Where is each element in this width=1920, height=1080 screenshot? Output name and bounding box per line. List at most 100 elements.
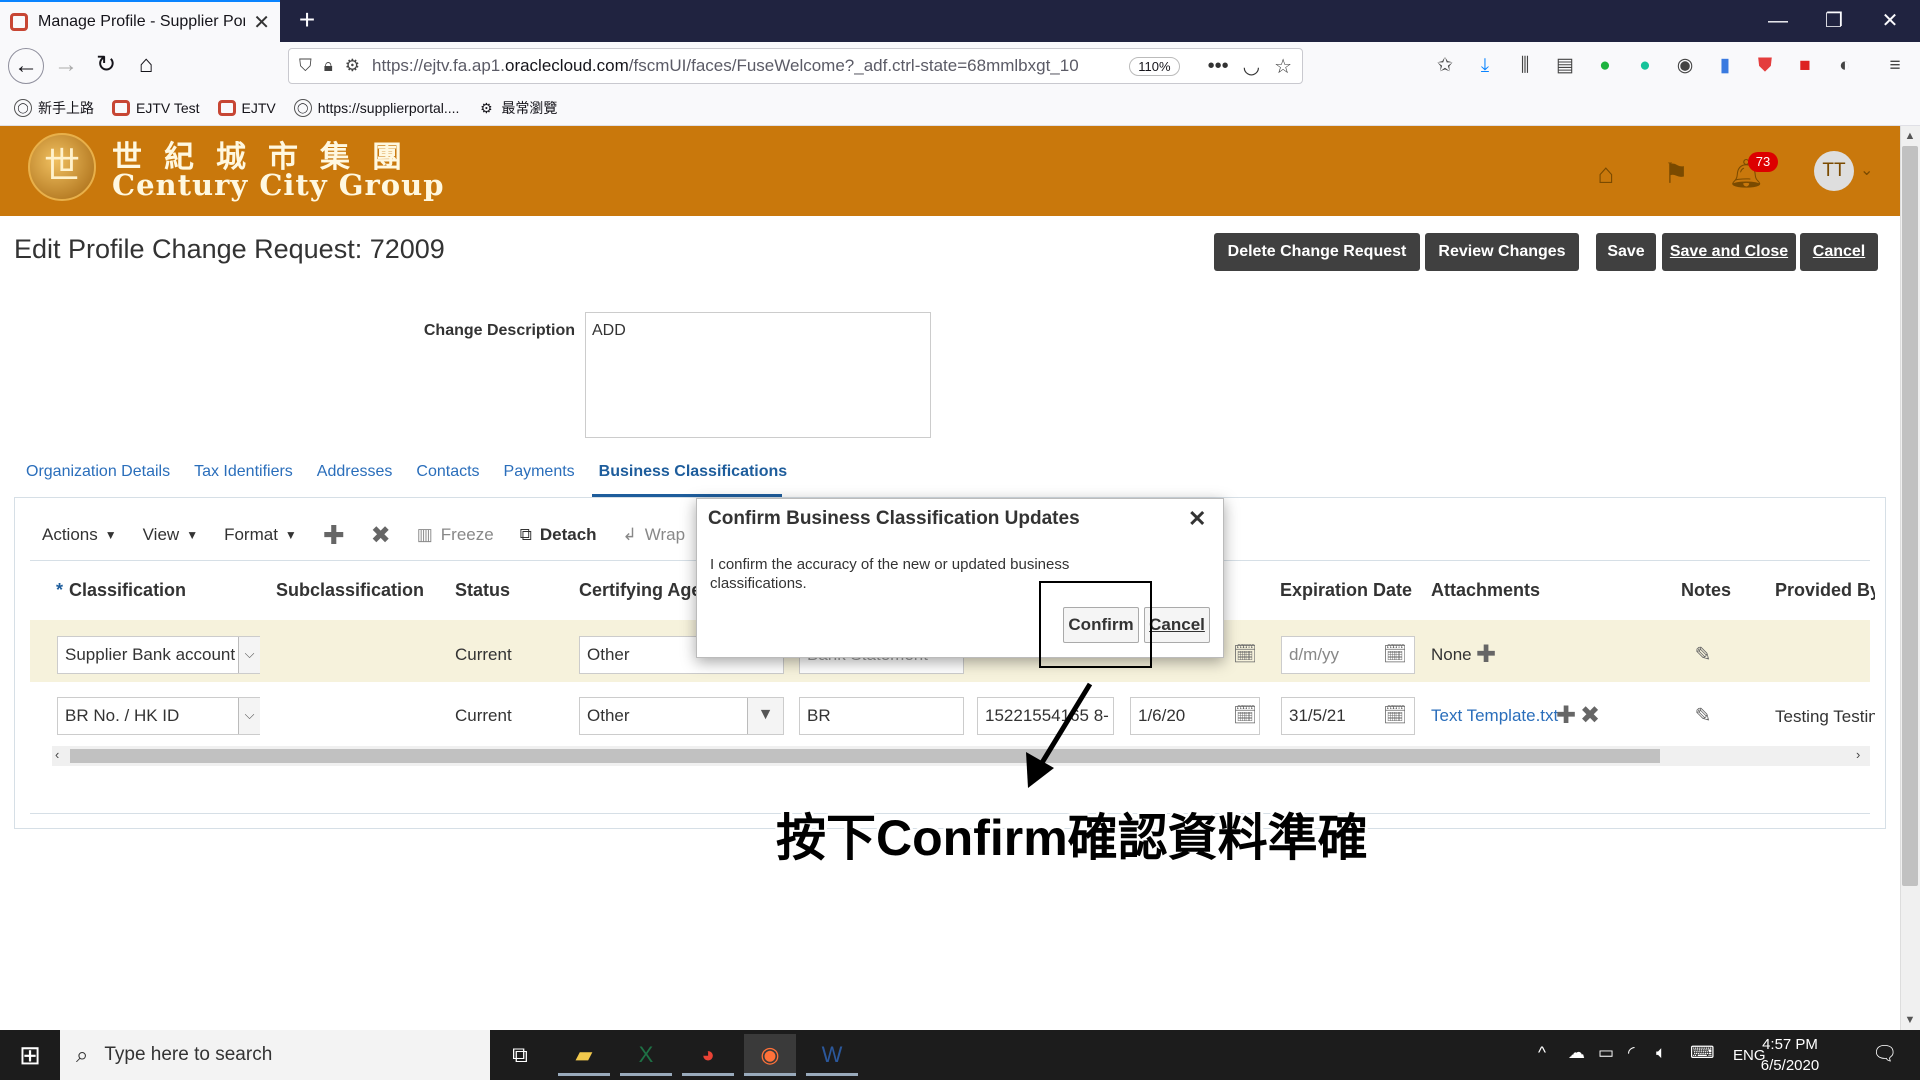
bookmark-star-icon[interactable]: ☆ (1274, 54, 1292, 79)
taskbar-clock[interactable]: 4:57 PM 6/5/2020 (1754, 1034, 1826, 1076)
column-header-certifying-agency[interactable]: Certifying Age (579, 580, 701, 601)
tab-organization-details[interactable]: Organization Details (26, 463, 170, 495)
shield-icon[interactable]: ⛉ (299, 56, 312, 76)
bookmark-item[interactable]: ⚙ 最常瀏覽 (477, 98, 557, 118)
bookmark-item[interactable]: ◯ 新手上路 (14, 98, 94, 118)
column-header-classification[interactable]: * Classification (56, 580, 186, 601)
grammarly-icon[interactable]: ● (1632, 53, 1658, 79)
delete-change-request-button[interactable]: Delete Change Request (1214, 233, 1420, 271)
sidebar-icon[interactable]: ▤ (1552, 53, 1578, 79)
close-icon[interactable]: ✕ (1188, 506, 1206, 532)
scroll-down-arrow-icon[interactable]: ▼ (1900, 1014, 1920, 1026)
url-bar[interactable]: ⛉ 🔒︎ ⚙ https://ejtv.fa.ap1.oraclecloud.c… (288, 48, 1303, 84)
pocket-icon[interactable]: ◡ (1243, 54, 1260, 79)
library-icon[interactable]: ⫼ (1512, 53, 1538, 79)
flag-icon[interactable]: ⚑ (1656, 154, 1696, 194)
wrap-button[interactable]: ↲ Wrap (623, 525, 686, 545)
account-icon[interactable]: ◉ (1672, 53, 1698, 79)
scroll-up-arrow-icon[interactable]: ▲ (1900, 130, 1920, 142)
column-header-notes[interactable]: Notes (1681, 580, 1731, 601)
save-button[interactable]: Save (1596, 233, 1656, 271)
delete-row-icon[interactable]: ✖ (371, 521, 391, 550)
calendar-icon[interactable]: 🗓︎ (1382, 642, 1408, 668)
home-icon[interactable]: ⌂ (1586, 154, 1626, 194)
calendar-icon[interactable]: 🗓︎ (1232, 703, 1258, 729)
chevron-down-icon[interactable]: ⌵ (238, 637, 260, 673)
notes-icon[interactable]: ✎ (1692, 644, 1714, 666)
menu-icon[interactable]: ≡ (1882, 53, 1908, 79)
classification-select[interactable]: Supplier Bank account s (57, 636, 260, 674)
chevron-down-icon[interactable]: ⌄ (1860, 160, 1873, 180)
add-attachment-icon[interactable]: ✚ (1556, 701, 1576, 730)
change-description-field[interactable]: ADD (585, 312, 931, 438)
user-avatar[interactable]: TT (1814, 151, 1854, 191)
reading-list-icon[interactable]: ✩ (1432, 53, 1458, 79)
format-menu[interactable]: Format ▼ (224, 525, 297, 545)
wifi-icon[interactable]: ◜ (1628, 1043, 1635, 1063)
check-extension-icon[interactable]: ● (1592, 53, 1618, 79)
caret-down-icon[interactable]: ▼ (747, 698, 783, 734)
bookmark-item[interactable]: EJTV Test (112, 99, 200, 116)
delete-attachment-icon[interactable]: ✖ (1580, 701, 1600, 730)
page-actions-icon[interactable]: ••• (1208, 55, 1229, 78)
attachment-link[interactable]: Text Template.txt (1431, 706, 1558, 726)
column-header-expiration-date[interactable]: Expiration Date (1280, 580, 1412, 601)
tab-addresses[interactable]: Addresses (317, 463, 393, 495)
windows-start-icon[interactable]: ⊞ (0, 1030, 60, 1080)
browser-tab[interactable]: Manage Profile - Supplier Portal ✕ (0, 0, 280, 42)
freeze-button[interactable]: ▥ Freeze (417, 525, 494, 545)
chrome-icon[interactable]: ◕ (682, 1034, 734, 1076)
column-header-provided-by[interactable]: Provided By (1775, 580, 1875, 601)
calendar-icon[interactable]: 🗓︎ (1232, 642, 1258, 668)
adblock-icon[interactable]: ⛊ (1752, 53, 1778, 79)
table-scroll-thumb[interactable] (70, 749, 1660, 763)
minimize-button[interactable]: — (1750, 0, 1806, 42)
excel-icon[interactable]: X (620, 1034, 672, 1076)
detach-button[interactable]: ⧉ Detach (520, 525, 597, 545)
actions-menu[interactable]: Actions ▼ (42, 525, 117, 545)
word-icon[interactable]: W (806, 1034, 858, 1076)
lock-icon[interactable]: 🔒︎ (324, 56, 333, 76)
view-menu[interactable]: View ▼ (143, 525, 198, 545)
tab-close-icon[interactable]: ✕ (253, 10, 270, 35)
close-window-button[interactable]: ✕ (1862, 0, 1918, 42)
calendar-icon[interactable]: 🗓︎ (1382, 703, 1408, 729)
add-attachment-icon[interactable]: ✚ (1476, 640, 1496, 669)
add-row-icon[interactable]: ✚ (323, 520, 345, 551)
notifications-icon[interactable]: 🗨︎ (1872, 1041, 1897, 1066)
review-changes-button[interactable]: Review Changes (1425, 233, 1579, 271)
extension-icon[interactable]: ◐ (1832, 53, 1858, 79)
back-button[interactable]: ← (8, 48, 44, 84)
onedrive-icon[interactable]: ☁ (1568, 1043, 1585, 1063)
download-icon[interactable]: ⤓ (1472, 53, 1498, 79)
save-and-close-button[interactable]: Save and Close (1662, 233, 1796, 271)
zoom-level[interactable]: 110% (1129, 56, 1180, 76)
scroll-right-arrow-icon[interactable]: › (1856, 747, 1860, 762)
tab-contacts[interactable]: Contacts (416, 463, 479, 495)
column-header-subclassification[interactable]: Subclassification (276, 580, 424, 601)
tab-tax-identifiers[interactable]: Tax Identifiers (194, 463, 293, 495)
url-text[interactable]: https://ejtv.fa.ap1.oraclecloud.com/fscm… (372, 56, 1115, 76)
firefox-icon[interactable]: ◉ (744, 1034, 796, 1076)
new-tab-button[interactable]: + (290, 4, 324, 38)
bookmark-item[interactable]: ◯ https://supplierportal.... (293, 98, 459, 117)
tab-business-classifications[interactable]: Business Classifications (599, 463, 788, 495)
task-view-icon[interactable]: ⧉ (494, 1034, 546, 1076)
chevron-down-icon[interactable]: ⌵ (238, 698, 260, 734)
scroll-left-arrow-icon[interactable]: ‹ (55, 747, 59, 762)
classification-select[interactable]: BR No. / HK ID (57, 697, 260, 735)
battery-icon[interactable]: ▭ (1598, 1043, 1614, 1063)
other-agency-field[interactable]: BR (799, 697, 964, 735)
tab-payments[interactable]: Payments (504, 463, 575, 495)
home-button[interactable]: ⌂ (128, 48, 164, 84)
dialog-cancel-button[interactable]: Cancel (1144, 607, 1210, 643)
file-explorer-icon[interactable]: ▰ (558, 1034, 610, 1076)
bookmark-extension-icon[interactable]: ▮ (1712, 53, 1738, 79)
taskbar-search[interactable]: ⌕ Type here to search (60, 1030, 490, 1080)
pdf-extension-icon[interactable]: ■ (1792, 53, 1818, 79)
page-scroll-thumb[interactable] (1902, 146, 1918, 886)
restore-button[interactable]: ❐ (1806, 0, 1862, 42)
notes-icon[interactable]: ✎ (1692, 705, 1714, 727)
reload-button[interactable]: ↻ (88, 48, 124, 84)
permissions-icon[interactable]: ⚙ (345, 56, 360, 76)
